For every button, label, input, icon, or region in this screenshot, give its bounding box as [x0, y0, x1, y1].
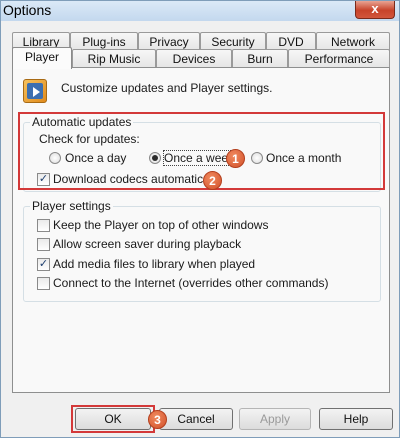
tab-performance[interactable]: Performance [288, 49, 390, 69]
download-codecs-label[interactable]: Download codecs automatically [53, 172, 221, 186]
add-media-files-label[interactable]: Add media files to library when played [53, 257, 255, 271]
window-title: Options [3, 2, 52, 18]
player-tab-panel: Customize updates and Player settings. A… [12, 67, 390, 393]
cancel-button[interactable]: Cancel [159, 408, 233, 430]
once-a-day-radio[interactable] [49, 152, 61, 164]
options-dialog: Options x Library Plug-ins Privacy Secur… [0, 0, 400, 438]
keep-on-top-checkbox[interactable] [37, 219, 50, 232]
tab-player[interactable]: Player [12, 47, 72, 69]
connect-internet-checkbox[interactable] [37, 277, 50, 290]
once-a-day-label[interactable]: Once a day [65, 151, 126, 165]
ok-button[interactable]: OK [75, 408, 151, 430]
group-title-player-settings: Player settings [30, 199, 113, 213]
tab-rip-music[interactable]: Rip Music [72, 49, 156, 69]
keep-on-top-label[interactable]: Keep the Player on top of other windows [53, 218, 268, 232]
title-bar[interactable]: Options x [1, 1, 399, 21]
annotation-badge-2: 2 [203, 171, 222, 190]
apply-button[interactable]: Apply [239, 408, 311, 430]
add-media-files-checkbox[interactable]: ✓ [37, 258, 50, 271]
annotation-badge-1: 1 [226, 149, 245, 168]
annotation-badge-3: 3 [148, 410, 167, 429]
check-for-updates-label: Check for updates: [39, 132, 140, 146]
download-codecs-checkbox[interactable]: ✓ [37, 173, 50, 186]
group-title-updates: Automatic updates [30, 115, 134, 129]
player-icon [23, 79, 47, 103]
panel-description: Customize updates and Player settings. [61, 81, 273, 95]
tab-burn[interactable]: Burn [232, 49, 288, 69]
once-a-week-label[interactable]: Once a week [162, 150, 236, 166]
close-button[interactable]: x [355, 1, 395, 19]
help-button[interactable]: Help [319, 408, 393, 430]
allow-screensaver-label[interactable]: Allow screen saver during playback [53, 237, 241, 251]
once-a-week-radio[interactable] [149, 152, 161, 164]
close-icon: x [371, 1, 379, 16]
once-a-month-radio[interactable] [251, 152, 263, 164]
once-a-month-label[interactable]: Once a month [266, 151, 341, 165]
connect-internet-label[interactable]: Connect to the Internet (overrides other… [53, 276, 328, 290]
allow-screensaver-checkbox[interactable] [37, 238, 50, 251]
tab-devices[interactable]: Devices [156, 49, 232, 69]
